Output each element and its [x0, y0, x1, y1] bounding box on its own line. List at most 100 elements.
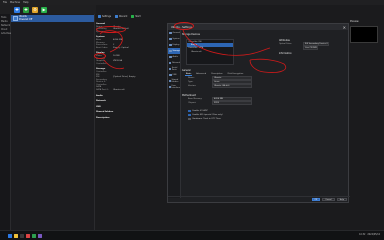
field-input[interactable]: 4096 MB	[212, 97, 252, 101]
rail-item-label: Network	[1, 23, 11, 27]
taskbar-app-icon[interactable]	[14, 233, 18, 238]
section-network[interactable]: Network	[96, 100, 166, 103]
checkbox[interactable]	[188, 113, 191, 117]
discard-button[interactable]: Discard	[114, 15, 127, 18]
detail-row: Boot Order: Floppy, Optical	[96, 47, 166, 50]
rail-item-label: Tools	[1, 15, 7, 19]
main-toolbar: ✚ ✚ ⚙ ▶	[0, 5, 96, 14]
nav-icon	[169, 37, 172, 41]
menu-item[interactable]: File	[3, 1, 7, 4]
clock-time: 10:32	[359, 233, 366, 236]
nav-icon	[169, 55, 172, 59]
taskbar-app-icon[interactable]	[20, 233, 24, 238]
settings-button[interactable]: Settings	[98, 15, 111, 18]
tree-row-label: Ubuntu.vdi	[191, 50, 202, 53]
storage-tree[interactable]: Controller: IDE Empty Controller: SATA Ubun…	[186, 39, 234, 65]
nav-icon	[169, 73, 172, 77]
checkbox-label: Enable I/O APIC	[192, 110, 208, 112]
rail-item-network[interactable]: Network	[0, 23, 10, 27]
menu-item[interactable]: Help	[23, 1, 28, 4]
attribute-value[interactable]: Live CD/DVD	[303, 46, 319, 50]
field-input[interactable]: Ubuntu (64-bit)	[212, 84, 252, 88]
field-label: Name:	[188, 77, 195, 79]
field-label: Base Memory:	[188, 98, 203, 100]
dialog-footer: OK Cancel Help	[168, 196, 350, 202]
attribute-row: Live CD/DVD	[279, 46, 345, 50]
checkbox[interactable]	[188, 109, 191, 113]
new-button[interactable]: ✚	[14, 6, 20, 13]
checkbox[interactable]	[188, 117, 191, 121]
nav-icon	[169, 31, 172, 35]
menu-item[interactable]: Machine	[10, 1, 20, 4]
form-row: Chipset: PIIX3	[188, 101, 348, 105]
rail-item-label: Media	[1, 19, 8, 23]
nav-label: USB	[172, 74, 177, 76]
rail-item-activities[interactable]: Activities	[0, 31, 11, 35]
start-button[interactable]: Start	[131, 15, 141, 18]
detail-key: IDE Secondary Device 0:	[96, 76, 108, 84]
nav-icon	[169, 79, 171, 83]
discard-icon	[114, 15, 118, 18]
checkbox-label: Enable EFI (special OSes only)	[192, 114, 223, 116]
annotation-circle	[94, 53, 106, 59]
tab-basic[interactable]: Basic	[185, 72, 193, 76]
add-button[interactable]: ✚	[23, 6, 29, 13]
form-row: Version: Ubuntu (64-bit)	[188, 84, 348, 88]
start-button[interactable]: ▶	[41, 6, 47, 13]
nav-icon	[169, 85, 171, 89]
attributes-panel: Attributes Optical Drive: IDE Secondary D…	[279, 39, 345, 65]
rail-item-label: Activities	[1, 31, 11, 35]
detail-row: SATA Port 0: Ubuntu.vdi	[96, 89, 166, 92]
preview-title: Preview	[350, 20, 359, 23]
close-icon[interactable]: ✕	[343, 25, 346, 30]
section-audio[interactable]: Audio	[96, 95, 166, 98]
system-tray: 10:32 2024/05/12	[359, 233, 380, 236]
vm-state: Powered Off	[19, 17, 33, 21]
detail-value: 4096 MB	[113, 38, 123, 41]
nav-label: Shared Folders	[171, 79, 179, 83]
section-shared[interactable]: Shared folders	[96, 111, 166, 114]
taskbar-app-icon[interactable]	[32, 233, 36, 238]
field-label: Type:	[188, 81, 194, 83]
taskbar-app-icon[interactable]	[8, 233, 12, 238]
tab-description[interactable]: Description	[210, 72, 223, 76]
checkbox-label: Hardware Clock in UTC Time	[192, 118, 221, 120]
nav-icon	[169, 49, 172, 53]
checkbox-row[interactable]: Hardware Clock in UTC Time	[188, 117, 348, 121]
vm-os-icon	[13, 16, 18, 21]
nav-label: Display	[172, 44, 180, 46]
settings-dialog: Ubuntu - Settings ✕ General System Display…	[167, 23, 350, 203]
nav-label: Audio	[172, 56, 178, 58]
taskbar-app-icon[interactable]	[38, 233, 42, 238]
settings-button[interactable]: ⚙	[32, 6, 38, 13]
help-button[interactable]: Help	[336, 197, 347, 202]
details-pane: General Name: Ubuntu Operating System: Ubunt…	[96, 20, 166, 230]
field-label: Chipset:	[188, 102, 197, 104]
field-input[interactable]: Ubuntu	[212, 76, 252, 80]
tab-advanced[interactable]: Advanced	[195, 72, 207, 76]
field-input[interactable]: Linux	[212, 80, 252, 84]
attribute-value[interactable]: IDE Secondary Device 0	[303, 42, 329, 46]
nav-icon	[169, 43, 172, 47]
annotation-circle	[174, 22, 194, 30]
tab-disk-encryption[interactable]: Disk Encryption	[227, 72, 245, 76]
vm-list: Ubuntu Powered Off	[11, 14, 95, 230]
nav-label: General	[172, 32, 180, 34]
attribute-label: Optical Drive:	[279, 43, 292, 45]
section-description[interactable]: Description	[96, 117, 166, 120]
nav-label: Network	[172, 62, 180, 64]
nav-item-user-interface[interactable]: User Interface	[168, 84, 180, 90]
gear-icon	[98, 15, 101, 18]
nav-icon	[169, 61, 172, 65]
ok-button[interactable]: OK	[311, 197, 321, 202]
cancel-button[interactable]: Cancel	[322, 197, 335, 202]
vm-list-item[interactable]: Ubuntu Powered Off	[11, 15, 94, 22]
detail-value: Ubuntu.vdi	[113, 89, 125, 92]
dialog-title: Ubuntu - Settings	[168, 24, 348, 30]
field-input[interactable]: PIIX3	[212, 101, 252, 105]
tree-row-label: Controller: SATA	[188, 47, 204, 50]
tree-row[interactable]: Ubuntu.vdi	[187, 50, 233, 53]
section-usb[interactable]: USB	[96, 106, 166, 109]
taskbar-app-icon[interactable]	[26, 233, 30, 238]
detail-key: SATA Port 0:	[96, 89, 109, 92]
